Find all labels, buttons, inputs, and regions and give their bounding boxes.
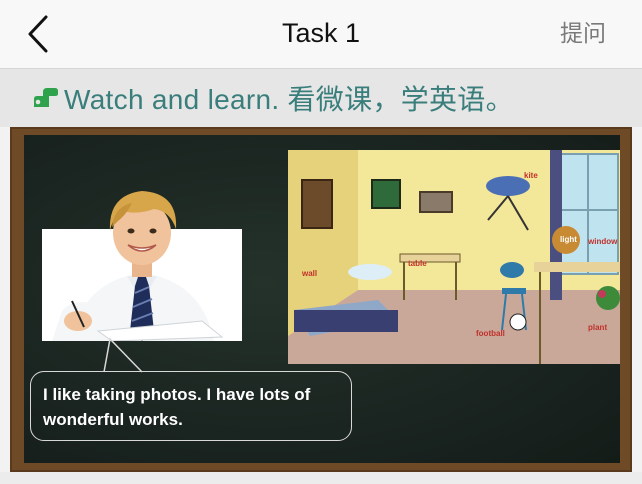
section-title: Watch and learn. 看微课，学英语。 [64, 84, 514, 115]
label-window: window [587, 237, 618, 246]
whistle-icon [34, 88, 58, 107]
speech-bubble: I like taking photos. I have lots of won… [30, 371, 352, 441]
bottom-strip [0, 472, 642, 484]
bedroom-picture: wall table kite light window plant footb… [288, 150, 620, 364]
boy-photo [42, 191, 242, 341]
label-football: football [476, 329, 505, 338]
page-title: Task 1 [281, 18, 361, 48]
label-table: table [408, 259, 427, 268]
section-header: Watch and learn. 看微课，学英语。 [0, 69, 642, 127]
navbar: Task 1 提问 [0, 0, 642, 69]
label-wall: wall [301, 269, 317, 278]
label-kite: kite [524, 171, 538, 180]
label-light: light [560, 235, 577, 244]
video-player[interactable]: wall table kite light window plant footb… [10, 127, 632, 472]
label-plant: plant [588, 323, 607, 332]
chalkboard: wall table kite light window plant footb… [24, 135, 620, 463]
ask-question-button[interactable]: 提问 [560, 0, 606, 68]
